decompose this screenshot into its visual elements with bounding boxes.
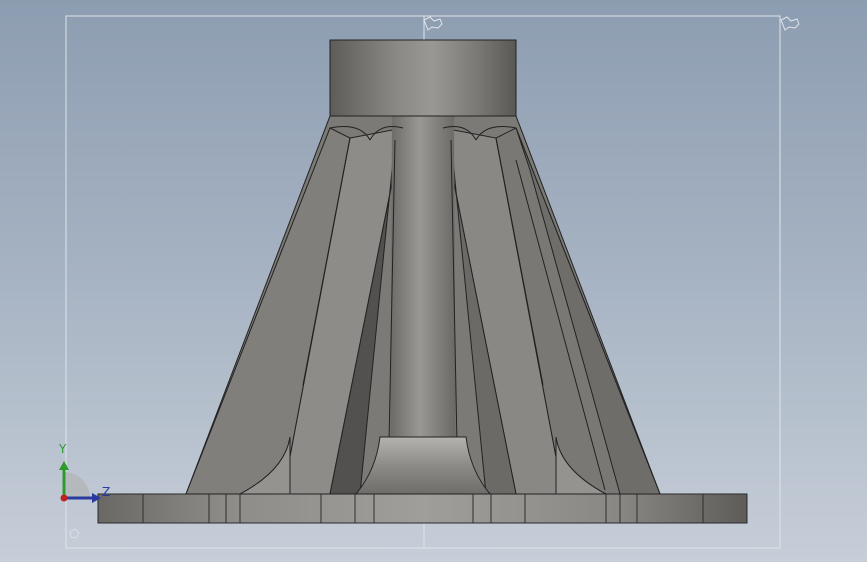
sketch-origin-icon	[423, 16, 443, 31]
view-triad[interactable]	[59, 461, 101, 503]
sketch-origin-icon	[69, 528, 80, 539]
sketch-origin-icon	[780, 16, 800, 31]
base-flange[interactable]	[97, 493, 748, 524]
axis-x-dot-icon	[60, 494, 68, 502]
graphics-viewport[interactable]: Y Z	[0, 0, 867, 562]
model-scene[interactable]	[0, 0, 867, 562]
top-cylinder[interactable]	[329, 39, 517, 117]
axis-y-label: Y	[59, 442, 67, 456]
axis-y-arrowhead-icon	[59, 461, 69, 470]
axis-z-label: Z	[102, 485, 111, 499]
triad-plane-icon	[64, 472, 90, 498]
